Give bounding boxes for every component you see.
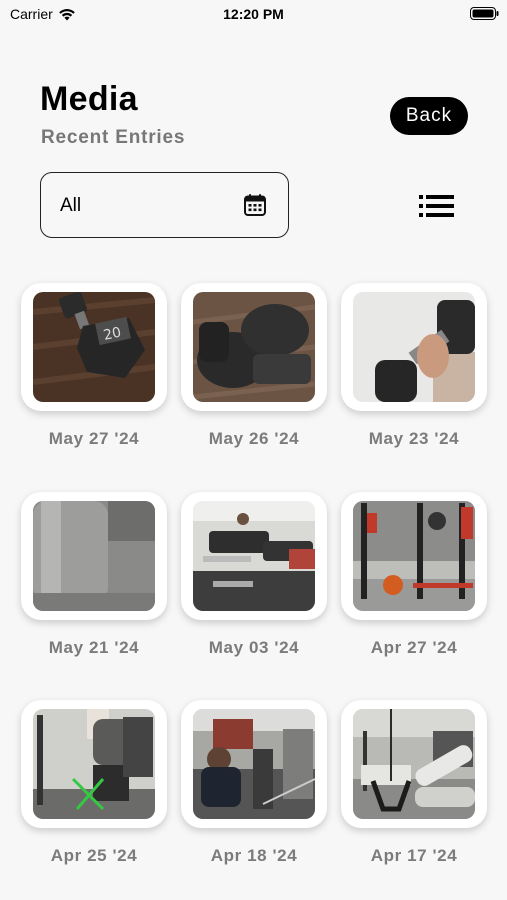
battery-full-icon (470, 7, 499, 20)
media-card[interactable] (181, 700, 327, 828)
entry-date: May 23 '24 (368, 429, 460, 448)
media-thumbnail[interactable] (353, 501, 475, 611)
entry-date: Apr 17 '24 (370, 846, 458, 865)
status-bar: Carrier 12:20 PM (0, 0, 507, 28)
media-card[interactable] (21, 700, 167, 828)
media-card[interactable] (181, 283, 327, 411)
media-thumbnail[interactable] (193, 501, 315, 611)
date-filter-select[interactable]: All (40, 172, 289, 238)
media-thumbnail[interactable] (353, 709, 475, 819)
media-card[interactable] (341, 700, 487, 828)
page-title: Media (40, 80, 138, 118)
list-view-icon[interactable] (419, 195, 454, 217)
media-thumbnail[interactable] (33, 501, 155, 611)
page-subtitle: Recent Entries (41, 127, 186, 148)
entry-date: Apr 25 '24 (50, 846, 138, 865)
media-thumbnail[interactable] (193, 709, 315, 819)
status-time: 12:20 PM (223, 6, 284, 22)
entry-date: Apr 27 '24 (370, 638, 458, 657)
entry-date: Apr 18 '24 (210, 846, 298, 865)
media-card[interactable]: 20 (21, 283, 167, 411)
entry-date: May 21 '24 (48, 638, 140, 657)
media-card[interactable] (341, 492, 487, 620)
filter-value: All (60, 195, 82, 216)
media-card[interactable] (181, 492, 327, 620)
media-thumbnail[interactable] (353, 292, 475, 402)
media-card[interactable] (21, 492, 167, 620)
media-card[interactable] (341, 283, 487, 411)
entry-date: May 26 '24 (208, 429, 300, 448)
entry-date: May 27 '24 (48, 429, 140, 448)
calendar-icon (244, 194, 266, 216)
media-thumbnail[interactable] (33, 709, 155, 819)
media-thumbnail[interactable]: 20 (33, 292, 155, 402)
entry-date: May 03 '24 (208, 638, 300, 657)
media-thumbnail[interactable] (193, 292, 315, 402)
back-button[interactable]: Back (390, 97, 468, 135)
